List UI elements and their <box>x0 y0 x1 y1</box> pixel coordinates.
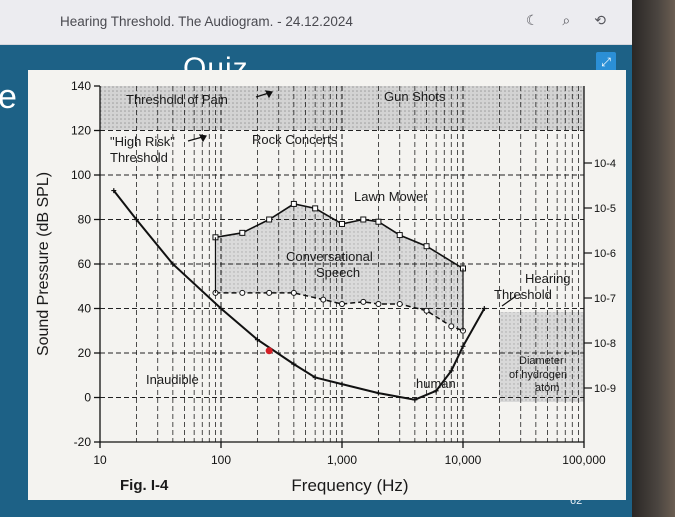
data-point <box>375 390 381 396</box>
label-high-risk-threshold: Threshold <box>110 150 168 165</box>
data-point <box>423 307 430 314</box>
right-tick-label: 10-5 <box>594 203 616 215</box>
x-tick-label: 100 <box>211 453 231 467</box>
slide-left-letter: e <box>0 78 17 116</box>
audiogram-figure: -20 0 20 40 60 80 100 120 140 10 100 1,000 10,000 100… <box>28 70 626 500</box>
x-tick-label: 100,000 <box>562 453 606 467</box>
document-title: Hearing Threshold. The Audiogram. - 24.1… <box>60 14 353 29</box>
label-inaudible: Inaudible <box>146 372 199 387</box>
label-atom: atom <box>535 382 559 394</box>
data-point <box>312 205 319 212</box>
label-speech: Speech <box>316 265 360 280</box>
label-high-risk: "High Risk" <box>110 134 175 149</box>
x-tick-label: 10 <box>93 453 107 467</box>
data-point <box>375 218 382 225</box>
data-point <box>339 301 345 308</box>
data-point <box>339 220 345 227</box>
data-point <box>290 289 297 296</box>
label-threshold-of-pain: Threshold of Pain <box>126 92 228 107</box>
y-tick-label: 20 <box>78 346 92 360</box>
label-diameter: Diameter <box>519 355 564 367</box>
header-actions: ☾ ⌕ ⟲ <box>526 12 606 29</box>
y-axis-label: Sound Pressure (dB SPL) <box>35 172 52 356</box>
sync-icon[interactable]: ⟲ <box>594 12 606 29</box>
data-point <box>360 216 367 223</box>
label-conversational: Conversational <box>286 249 373 264</box>
highlight-marker <box>265 347 273 355</box>
data-point <box>320 296 327 303</box>
right-tick-label: 10-7 <box>594 293 616 305</box>
label-hearing-threshold: Threshold <box>494 287 552 302</box>
data-point <box>360 298 367 305</box>
right-tick-label: 10-9 <box>594 383 616 395</box>
right-tick-label: 10-8 <box>594 338 616 350</box>
audiogram-chart: -20 0 20 40 60 80 100 120 140 10 100 1,000 10,000 100… <box>35 79 616 495</box>
moon-icon[interactable]: ☾ <box>526 12 539 29</box>
data-point <box>448 323 455 330</box>
data-point <box>396 232 403 239</box>
right-tick-label: 10-6 <box>594 248 616 260</box>
x-tick-label: 10,000 <box>445 453 482 467</box>
right-tick-label: 10-4 <box>594 158 616 170</box>
label-hearing: Hearing <box>525 271 571 286</box>
y-tick-label: 140 <box>71 79 91 93</box>
label-of-hydrogen: of hydrogen <box>509 369 567 381</box>
search-icon[interactable]: ⌕ <box>562 12 570 29</box>
data-point <box>266 216 273 223</box>
high-risk-pointer-arrowhead <box>198 134 207 143</box>
label-lawn-mower: Lawn Mower <box>354 189 428 204</box>
x-axis-label: Frequency (Hz) <box>291 476 408 495</box>
y-tick-label: 40 <box>78 302 92 316</box>
y-tick-label: 0 <box>84 391 91 405</box>
label-human: human <box>416 376 456 391</box>
expand-icon[interactable]: ⤢ <box>596 52 616 72</box>
y-tick-label: 60 <box>78 257 92 271</box>
data-point <box>375 301 382 308</box>
data-point <box>239 289 246 296</box>
data-point <box>339 381 345 387</box>
data-point <box>266 289 273 296</box>
y-tick-label: 100 <box>71 168 91 182</box>
data-point <box>290 200 297 207</box>
x-tick-label: 1,000 <box>327 453 357 467</box>
data-point <box>396 301 403 308</box>
tablet-bezel <box>632 0 675 517</box>
document-header: Hearing Threshold. The Audiogram. - 24.1… <box>0 0 632 45</box>
data-point <box>239 229 246 236</box>
tablet-screen: Hearing Threshold. The Audiogram. - 24.1… <box>0 0 632 517</box>
figure-label: Fig. I-4 <box>120 477 169 494</box>
y-tick-label: 80 <box>78 213 92 227</box>
y-tick-label: 120 <box>71 124 91 138</box>
data-point <box>423 243 430 250</box>
y-tick-label: -20 <box>74 435 92 449</box>
label-rock-concerts: Rock Concerts <box>252 132 338 147</box>
label-gun-shots: Gun Shots <box>384 89 446 104</box>
